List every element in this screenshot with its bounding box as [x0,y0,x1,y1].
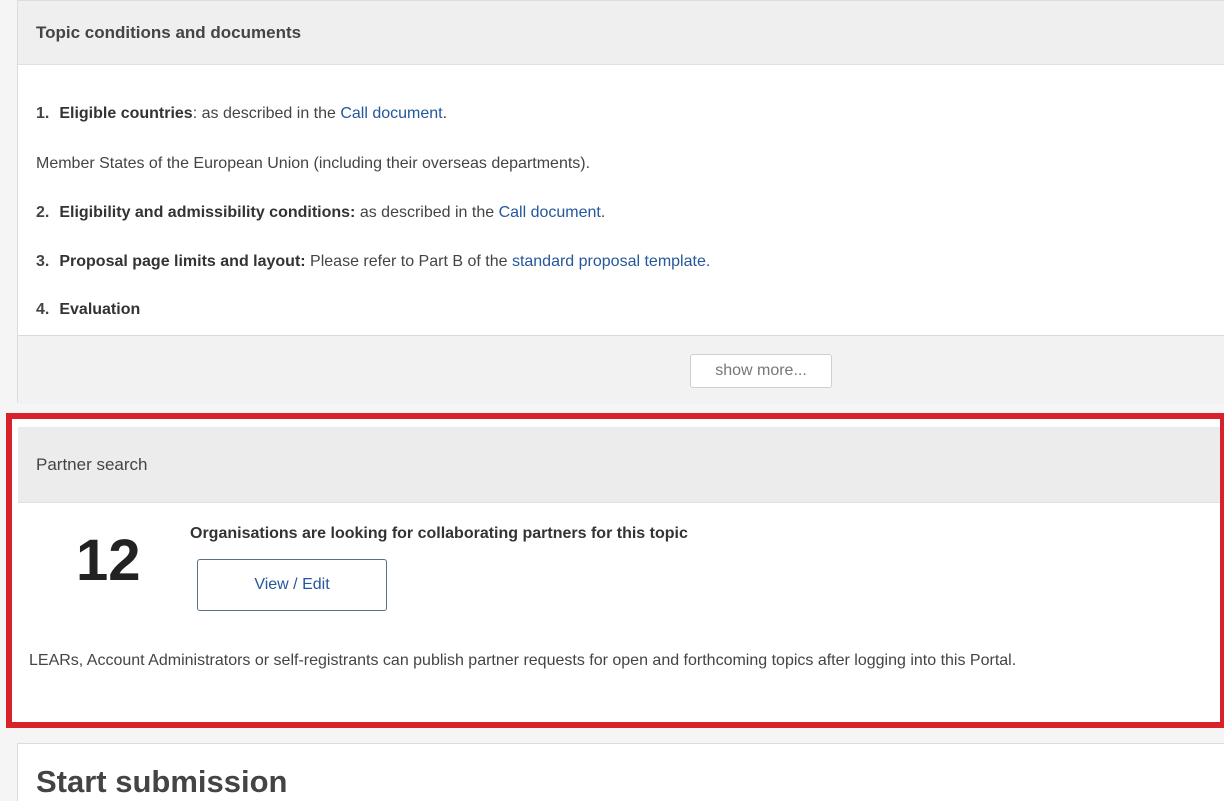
condition-number: 4. [36,301,50,318]
condition-text: : as described in the [192,105,341,122]
standard-proposal-template-link[interactable]: standard proposal template. [512,253,710,270]
view-edit-button[interactable]: View / Edit [197,559,387,611]
partner-note: LEARs, Account Administrators or self-re… [29,652,1017,669]
show-more-bar: show more... [18,335,1224,404]
condition-number: 3. [36,253,50,270]
condition-label: Evaluation [59,301,141,318]
condition-label: Proposal page limits and layout: [59,253,306,270]
panel-title-partner-search: Partner search [18,427,1220,503]
topic-conditions-panel: Topic conditions and documents 1. Eligibl… [17,0,1224,404]
call-document-link-2[interactable]: Call document [499,204,601,221]
condition-item-2: 2. Eligibility and admissibility conditio… [36,204,605,222]
submission-title: Start submission [36,764,288,799]
condition-punct: . [600,204,606,221]
condition-item-1: 1. Eligible countries: as described in th… [36,105,447,123]
partner-search-highlight-frame: Partner search 12 Organisations are look… [6,413,1224,728]
condition-note-member-states: Member States of the European Union (inc… [36,155,591,172]
condition-item-3: 3. Proposal page limits and layout: Pleas… [36,253,710,271]
panel-title-topic-conditions: Topic conditions and documents [18,1,1224,65]
start-submission-panel: Start submission [17,743,1224,801]
condition-label: Eligibility and admissibility conditions… [59,204,356,221]
page: Topic conditions and documents 1. Eligibl… [0,0,1224,801]
condition-number: 1. [36,105,50,122]
condition-item-4: 4. Evaluation [36,301,140,319]
show-more-button[interactable]: show more... [690,354,832,388]
condition-punct: . [442,105,448,122]
partner-count: 12 [76,528,141,593]
condition-label: Eligible countries [59,105,193,122]
condition-text: as described in the [355,204,499,221]
link-text[interactable]: standard proposal template [512,253,706,270]
condition-number: 2. [36,204,50,221]
link-punct[interactable]: . [706,253,710,270]
partner-description: Organisations are looking for collaborat… [190,525,688,542]
condition-text: Please refer to Part B of the [305,253,512,270]
call-document-link-1[interactable]: Call document [340,105,442,122]
